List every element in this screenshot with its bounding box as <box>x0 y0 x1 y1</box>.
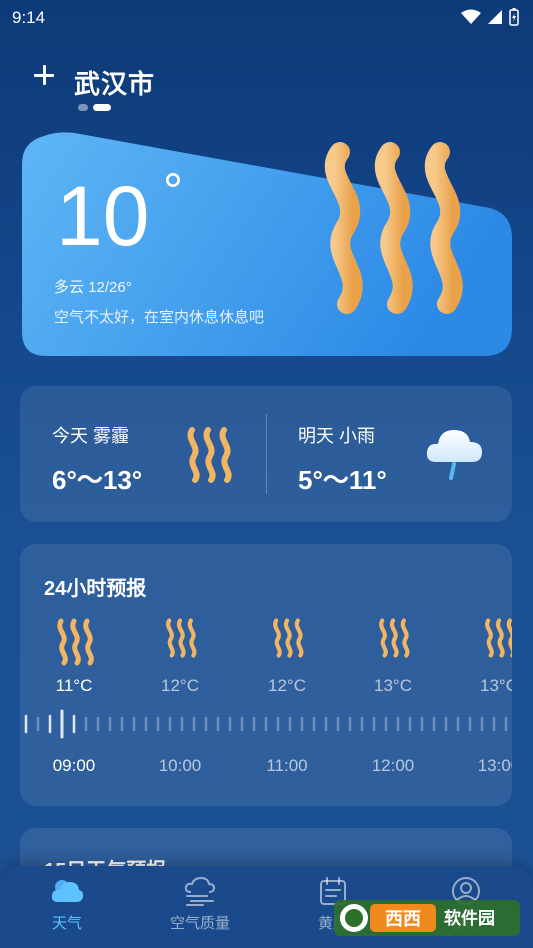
nav-label: 天气 <box>51 915 82 932</box>
hourly-item <box>454 618 512 658</box>
page-dot-active <box>93 104 111 111</box>
air-quality-tip: 空气不太好，在室内休息休息吧 <box>54 309 265 326</box>
light-rain-icon <box>426 430 482 480</box>
hourly-time: 10:00 <box>158 756 202 775</box>
haze-icon <box>166 618 197 658</box>
today-range: 6°～13° <box>52 465 143 495</box>
tomorrow-label: 明天 小雨 <box>298 426 376 446</box>
watermark-text-a: 西西 <box>385 909 421 930</box>
hourly-time: 11:00 <box>266 756 308 775</box>
hourly-time: 13:00 <box>477 756 512 775</box>
nav-label: 空气质量 <box>169 915 230 932</box>
degree-symbol: ° <box>163 163 183 219</box>
haze-icon <box>324 142 463 314</box>
hourly-item <box>135 618 225 658</box>
status-time: 9:14 <box>12 8 46 27</box>
city-name[interactable]: 武汉市 <box>74 64 155 101</box>
air-quality-icon <box>184 876 216 906</box>
nav-tab-air-quality[interactable]: 空气质量 <box>155 876 245 933</box>
nav-tab-weather[interactable]: 天气 <box>22 876 112 933</box>
card-divider <box>266 414 267 494</box>
current-condition: 多云 12/26° <box>54 279 132 296</box>
haze-icon <box>273 618 304 658</box>
haze-icon <box>57 618 94 666</box>
status-bar: 9:14 <box>0 0 533 36</box>
watermark-text-b: 软件园 <box>444 908 495 929</box>
current-temperature: 10 <box>56 169 150 263</box>
status-icons <box>461 8 519 26</box>
hourly-time: 12:00 <box>371 756 415 775</box>
signal-icon <box>488 10 502 24</box>
hourly-temp: 12°C <box>268 676 306 695</box>
hourly-temp: 11°C <box>55 676 93 695</box>
hourly-temp: 13°C <box>374 676 412 695</box>
today-label: 今天 雾霾 <box>52 426 130 446</box>
tomorrow-range: 5°～11° <box>298 465 387 495</box>
hourly-time: 09:00 <box>52 756 96 775</box>
battery-icon <box>509 8 519 26</box>
hourly-item <box>348 618 438 658</box>
hourly-temp: 13°C <box>480 676 512 695</box>
timeline-ticks[interactable] <box>20 708 512 740</box>
hourly-forecast-card[interactable]: 24小时预报 11°C 12°C 12°C 13°C 13°C 09:00 10… <box>20 544 512 806</box>
add-city-button[interactable] <box>30 62 58 90</box>
page-indicator <box>78 104 111 111</box>
wifi-icon <box>461 9 481 24</box>
page-dot <box>78 104 88 111</box>
hourly-forecast-title: 24小时预报 <box>44 578 147 600</box>
weather-cloud-icon <box>51 880 84 902</box>
haze-icon <box>187 427 232 483</box>
site-watermark-logo: 西西 软件园 <box>334 900 520 936</box>
hourly-temp: 12°C <box>161 676 199 695</box>
current-weather-card[interactable]: 10 ° 多云 12/26° 空气不太好，在室内休息休息吧 <box>20 128 512 358</box>
haze-icon <box>485 618 512 658</box>
hourly-item <box>29 618 119 666</box>
haze-icon <box>379 618 410 658</box>
hourly-item <box>242 618 332 658</box>
today-tomorrow-card[interactable]: 今天 雾霾 6°～13° 明天 小雨 5°～11° <box>20 386 512 522</box>
